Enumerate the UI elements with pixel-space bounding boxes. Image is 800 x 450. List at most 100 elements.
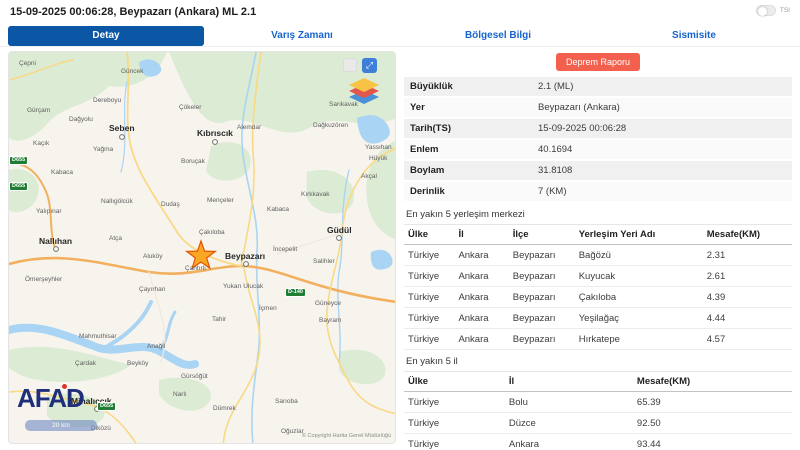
detail-row: Tarih(TS) 15-09-2025 00:06:28 — [404, 119, 792, 138]
map-label: Yassıhan — [365, 144, 392, 151]
map-canvas[interactable]: Çepni Güncek Dereboyu Çökeler Gürçam Dağyolu S… — [8, 51, 396, 444]
afad-logo: AFAD — [17, 383, 85, 413]
map-label: Çardak — [75, 360, 96, 367]
main-content: Çepni Güncek Dereboyu Çökeler Gürçam Dağyolu S… — [0, 47, 800, 450]
road-badge: D655 — [9, 156, 29, 165]
toggle-switch[interactable] — [755, 5, 776, 16]
settlements-table: Ülke İl İlçe Yerleşim Yeri Adı Mesafe(KM) Tür… — [404, 224, 792, 350]
table-cell: Beypazarı — [508, 286, 575, 308]
table-cell: 4.39 — [702, 286, 792, 308]
column-header: Mesafe(KM) — [632, 371, 792, 392]
map-control-button[interactable] — [343, 58, 357, 72]
detail-row: Yer Beypazarı (Ankara) — [404, 98, 792, 117]
table-row: Türkiye Ankara 93.44 — [404, 433, 792, 450]
town-marker-dot — [212, 139, 218, 145]
map-label: Kabaca — [51, 169, 74, 176]
provinces-section-title: En yakın 5 il — [406, 356, 458, 367]
fullscreen-button[interactable]: ⤢ — [362, 58, 377, 73]
map-label: Gürçam — [27, 107, 51, 114]
table-row: Türkiye Düzce 92.50 — [404, 412, 792, 434]
tsi-toggle[interactable]: TSI — [755, 5, 790, 16]
table-cell: Düzce — [504, 412, 633, 434]
table-cell: 4.44 — [702, 307, 792, 329]
header: 15-09-2025 00:06:28, Beypazarı (Ankara) … — [0, 0, 800, 24]
map-label: Güneyce — [315, 300, 342, 307]
map-label: Aluköy — [143, 253, 163, 260]
column-header: Yerleşim Yeri Adı — [574, 224, 703, 245]
layers-control-icon[interactable] — [347, 78, 381, 108]
column-header: Ülke — [404, 371, 505, 392]
map-label: Dereboyu — [93, 97, 122, 104]
table-cell: Bağözü — [574, 244, 703, 266]
map-label: Oğuzlar — [281, 428, 304, 435]
table-cell: Türkiye — [404, 244, 455, 266]
map-label: Anağıl — [147, 343, 166, 350]
detail-value: Beypazarı (Ankara) — [538, 102, 620, 113]
table-cell: 93.44 — [632, 433, 792, 450]
tab-sismisite[interactable]: Sismisite — [596, 26, 792, 46]
table-cell: 4.57 — [702, 328, 792, 350]
detail-label: Büyüklük — [410, 81, 453, 92]
detail-row: Derinlik 7 (KM) — [404, 182, 792, 201]
map-label: Kabaca — [267, 206, 290, 213]
map-label: Mençeler — [207, 197, 234, 204]
map-label: Güncek — [121, 68, 144, 75]
table-row: Türkiye Bolu 65.39 — [404, 391, 792, 413]
table-cell: Türkiye — [404, 265, 455, 287]
detail-label: Yer — [410, 102, 425, 113]
earthquake-report-button[interactable]: Deprem Raporu — [555, 53, 641, 71]
map-label: Bayram — [319, 317, 342, 324]
table-cell: Ankara — [454, 244, 509, 266]
table-row: Türkiye Ankara Beypazarı Çakıloba 4.39 — [404, 286, 792, 308]
table-cell: Ankara — [454, 286, 509, 308]
tsi-label: TSI — [779, 7, 790, 14]
map-label: Beyköy — [127, 360, 149, 367]
table-cell: Beypazarı — [508, 307, 575, 329]
table-cell: Çakıloba — [574, 286, 703, 308]
map-label: Mahmuthisar — [79, 333, 117, 340]
map-label: Hüyük — [369, 155, 388, 162]
map-label: Kırkkavak — [301, 191, 330, 198]
column-header: İl — [454, 224, 509, 245]
map-label: Yukarı Ulucak — [223, 283, 264, 290]
detail-value: 31.8108 — [538, 165, 573, 176]
map-label: İncepelit — [273, 246, 298, 253]
column-header: Ülke — [404, 224, 455, 245]
table-cell: Ankara — [454, 328, 509, 350]
table-cell: Beypazarı — [508, 328, 575, 350]
map-label: Kıbrıscık — [197, 128, 233, 138]
tab-detay[interactable]: Detay — [8, 26, 204, 46]
table-row: Türkiye Ankara Beypazarı Kuyucak 2.61 — [404, 265, 792, 287]
table-cell: 2.61 — [702, 265, 792, 287]
map-label: Çantırlı — [185, 265, 206, 272]
map-label: Alemdar — [237, 124, 262, 131]
map-label: Gürsöğüt — [181, 373, 208, 380]
map-label: Çepni — [19, 60, 36, 67]
detail-value: 15-09-2025 00:06:28 — [538, 123, 627, 134]
column-header: İlçe — [508, 224, 575, 245]
map-label: Kaçık — [33, 140, 50, 147]
detail-rows: Büyüklük 2.1 (ML) Yer Beypazarı (Ankara) Tar… — [404, 77, 792, 203]
map-label: Yağma — [93, 146, 114, 153]
detail-label: Enlem — [410, 144, 439, 155]
afad-logo-dot — [61, 383, 68, 390]
tab-bölgesel-bilgi[interactable]: Bölgesel Bilgi — [400, 26, 596, 46]
detail-label: Derinlik — [410, 186, 445, 197]
map-label: Boruçak — [181, 158, 205, 165]
table-cell: Beypazarı — [508, 244, 575, 266]
map-label: Dağkuzören — [313, 122, 349, 129]
table-cell: Türkiye — [404, 433, 505, 450]
detail-panel: Deprem Raporu Büyüklük 2.1 (ML) Yer Beypaza… — [404, 51, 792, 450]
column-header: İl — [504, 371, 633, 392]
table-cell: Hırkatepe — [574, 328, 703, 350]
map-label: Salihler — [313, 258, 335, 265]
table-cell: 65.39 — [632, 391, 792, 413]
toggle-knob — [757, 6, 767, 16]
tab-varış-zamanı[interactable]: Varış Zamanı — [204, 26, 400, 46]
table-cell: Ankara — [454, 265, 509, 287]
map-label: Güdül — [327, 225, 352, 235]
provinces-table: Ülke İl Mesafe(KM) Türkiye Bolu 65.39 Türkiye D… — [404, 371, 792, 450]
settlements-section-title: En yakın 5 yerleşim merkezi — [406, 209, 525, 220]
detail-label: Tarih(TS) — [410, 123, 451, 134]
map-label: Tahir — [212, 316, 227, 323]
